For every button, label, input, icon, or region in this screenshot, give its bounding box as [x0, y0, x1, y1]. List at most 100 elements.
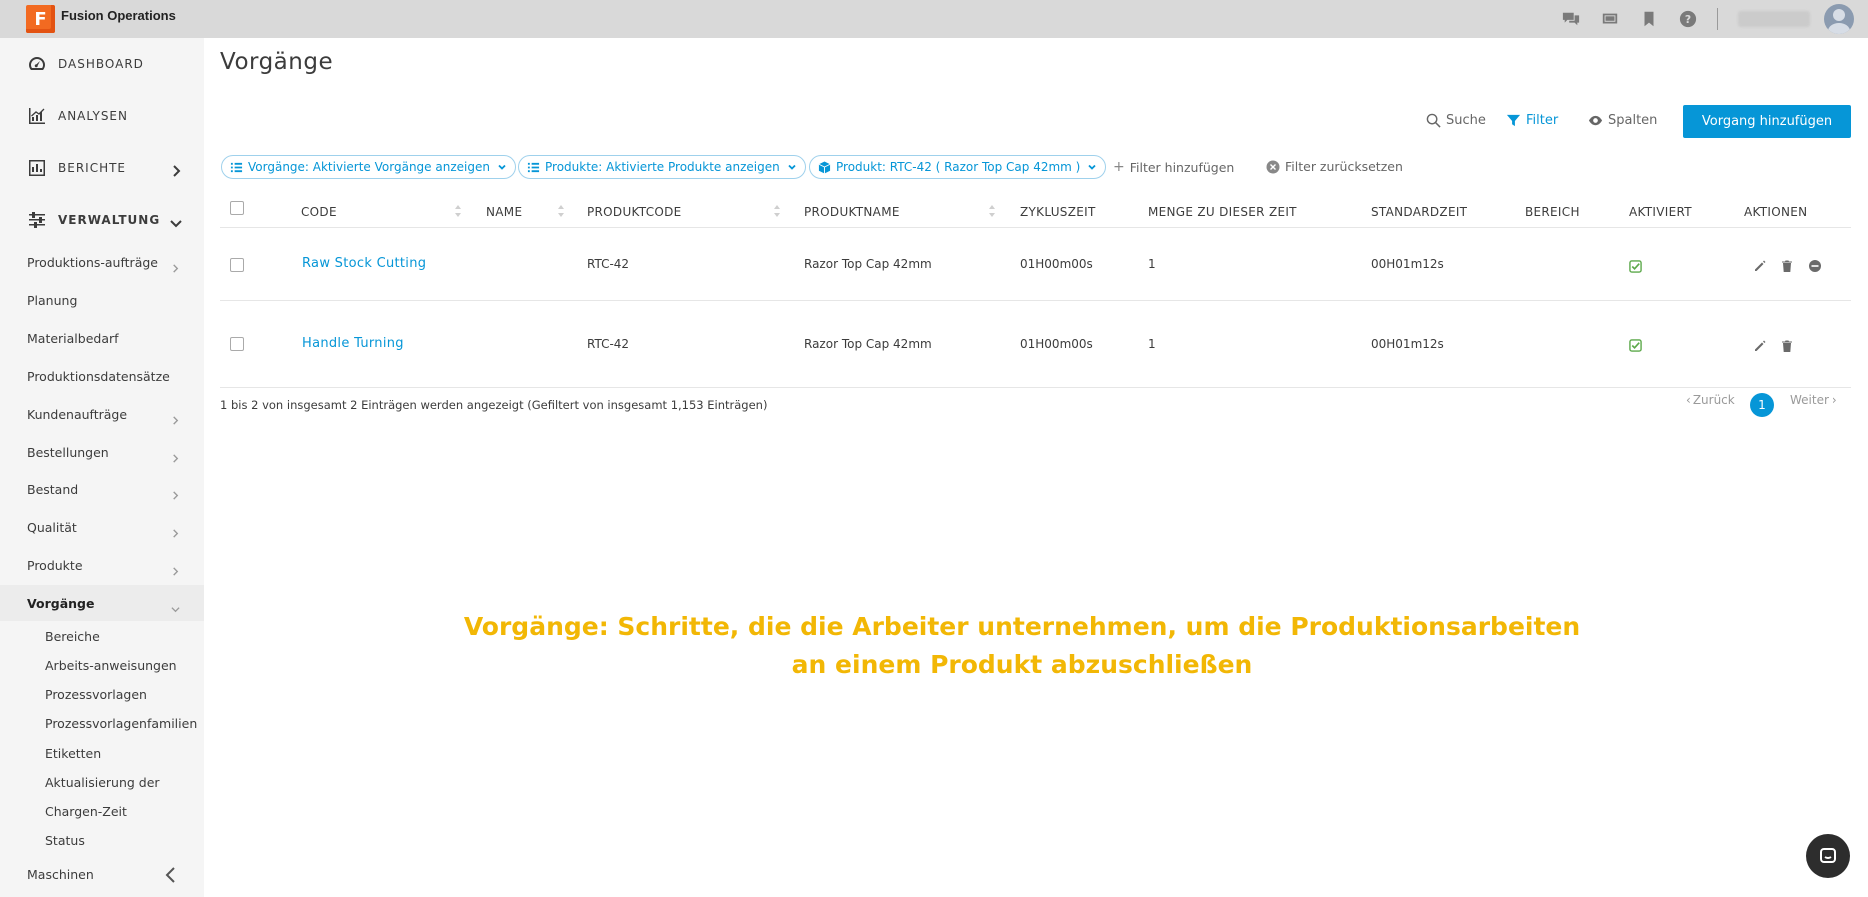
filter-chip-label: Vorgänge: Aktivierte Vorgänge anzeigen: [248, 160, 490, 174]
activated-check-icon: [1629, 337, 1643, 352]
help-icon[interactable]: ?: [1678, 9, 1698, 29]
sidebar-subitem-chargen-zeit[interactable]: Chargen-Zeit: [0, 797, 204, 825]
app-logo[interactable]: F: [26, 5, 55, 33]
add-operation-button[interactable]: Vorgang hinzufügen: [1683, 105, 1851, 138]
nav-dashboard[interactable]: DASHBOARD: [0, 38, 204, 90]
cell-standard-time: 00H01m12s: [1371, 257, 1444, 271]
sort-icon[interactable]: [557, 203, 565, 219]
column-header-quantity[interactable]: MENGE ZU DIESER ZEIT: [1148, 205, 1297, 219]
column-header-product-code[interactable]: PRODUKTCODE: [587, 205, 682, 219]
page-number-current[interactable]: 1: [1750, 393, 1774, 417]
chevron-right-icon: ›: [1831, 393, 1837, 407]
column-header-name[interactable]: NAME: [486, 205, 522, 219]
deactivate-icon[interactable]: [1808, 258, 1822, 272]
bookmark-icon[interactable]: [1639, 9, 1659, 29]
filter-chip-product[interactable]: Produkt: RTC-42 ( Razor Top Cap 42mm ): [809, 155, 1107, 179]
chat-launcher-button[interactable]: [1806, 834, 1850, 878]
table-row[interactable]: Handle Turning RTC-42 Razor Top Cap 42mm…: [220, 301, 1851, 388]
sidebar-subitem-label: Chargen-Zeit: [45, 803, 127, 819]
operation-code-link[interactable]: Raw Stock Cutting: [302, 256, 426, 271]
screen-icon[interactable]: [1600, 9, 1620, 29]
list-icon: [527, 162, 540, 172]
column-header-code[interactable]: CODE: [301, 205, 337, 219]
cube-icon: [818, 160, 831, 174]
sidebar-item-planung[interactable]: Planung: [0, 282, 204, 318]
delete-icon[interactable]: [1780, 258, 1794, 272]
filter-chip-operations[interactable]: Vorgänge: Aktivierte Vorgänge anzeigen: [221, 155, 516, 179]
table-row[interactable]: Raw Stock Cutting RTC-42 Razor Top Cap 4…: [220, 228, 1851, 301]
collapse-sidebar-icon[interactable]: [162, 866, 180, 884]
chevron-right-icon: [171, 523, 180, 538]
caption-overlay: Vorgänge: Schritte, die die Arbeiter unt…: [0, 608, 1868, 684]
top-icons: ?: [1561, 0, 1868, 38]
sidebar-item-label: Bestellungen: [27, 444, 109, 460]
row-checkbox[interactable]: [230, 258, 244, 272]
sidebar-subitem-label: Etiketten: [45, 745, 102, 761]
sort-icon[interactable]: [988, 203, 996, 219]
nav-berichte[interactable]: BERICHTE: [0, 142, 204, 194]
cell-cycle-time: 01H00m00s: [1020, 257, 1093, 271]
edit-icon[interactable]: [1753, 258, 1767, 272]
reset-filter-label: Filter zurücksetzen: [1285, 159, 1403, 174]
nav-analysen[interactable]: ANALYSEN: [0, 90, 204, 142]
chevron-down-icon: [1088, 164, 1096, 170]
sidebar-item-label: Produkte: [27, 557, 83, 573]
edit-icon[interactable]: [1753, 338, 1767, 352]
cell-product-name: Razor Top Cap 42mm: [804, 257, 932, 271]
chat-icon[interactable]: [1561, 9, 1581, 29]
sidebar-item-produkte[interactable]: Produkte: [0, 547, 204, 583]
sidebar-subitem-status[interactable]: Status: [0, 826, 204, 854]
filter-chip-label: Produkt: RTC-42 ( Razor Top Cap 42mm ): [836, 160, 1081, 174]
avatar[interactable]: [1824, 4, 1854, 34]
sidebar-subitem-label: Prozessvorlagenfamilien: [45, 715, 198, 731]
sidebar-item-materialbedarf[interactable]: Materialbedarf: [0, 320, 204, 356]
top-bar: F Fusion Operations ?: [0, 0, 1868, 38]
chevron-down-icon: [171, 599, 180, 612]
pager-prev[interactable]: ‹ Zurück: [1686, 393, 1735, 407]
cell-product-code: RTC-42: [587, 257, 630, 271]
filter-chip-products[interactable]: Produkte: Aktivierte Produkte anzeigen: [518, 155, 806, 179]
column-header-area[interactable]: BEREICH: [1525, 205, 1580, 219]
sidebar-item-produktionsauftraege[interactable]: Produktions-aufträge: [0, 244, 204, 280]
sort-icon[interactable]: [773, 203, 781, 219]
column-header-activated[interactable]: AKTIVIERT: [1629, 205, 1692, 219]
sidebar-item-produktionsdatensaetze[interactable]: Produktionsdatensätze: [0, 358, 204, 394]
cell-quantity: 1: [1148, 257, 1156, 271]
delete-icon[interactable]: [1780, 338, 1794, 352]
sidebar-subitem-aktualisierung[interactable]: Aktualisierung der: [0, 768, 204, 796]
search-button[interactable]: Suche: [1426, 113, 1486, 128]
column-header-cycle-time[interactable]: ZYKLUSZEIT: [1020, 205, 1096, 219]
app-title: Fusion Operations: [61, 8, 176, 23]
sidebar-item-kundenauftraege[interactable]: Kundenaufträge: [0, 396, 204, 432]
row-checkbox[interactable]: [230, 337, 244, 351]
cell-cycle-time: 01H00m00s: [1020, 337, 1093, 351]
close-circle-icon: [1266, 160, 1280, 173]
eye-icon: [1588, 115, 1603, 126]
list-icon: [230, 162, 243, 172]
sort-icon[interactable]: [454, 203, 462, 219]
sidebar-item-bestellungen[interactable]: Bestellungen: [0, 434, 204, 470]
reset-filter-button[interactable]: Filter zurücksetzen: [1266, 159, 1403, 174]
select-all-checkbox[interactable]: [230, 201, 244, 215]
columns-button[interactable]: Spalten: [1588, 113, 1657, 128]
chevron-right-icon: [171, 561, 180, 576]
filter-button[interactable]: Filter: [1506, 113, 1558, 128]
filter-icon: [1506, 114, 1521, 127]
user-name-redacted[interactable]: [1738, 11, 1810, 27]
sidebar-item-bestand[interactable]: Bestand: [0, 471, 204, 507]
column-header-product-name[interactable]: PRODUKTNAME: [804, 205, 900, 219]
sidebar-item-label: Materialbedarf: [27, 330, 119, 346]
pager-next[interactable]: Weiter ›: [1790, 393, 1837, 407]
add-filter-button[interactable]: + Filter hinzufügen: [1113, 159, 1234, 175]
cell-product-name: Razor Top Cap 42mm: [804, 337, 932, 351]
nav-verwaltung[interactable]: VERWALTUNG: [0, 194, 204, 246]
sidebar-subitem-etiketten[interactable]: Etiketten: [0, 739, 204, 767]
sidebar-subitem-prozessvorlagenfamilien[interactable]: Prozessvorlagenfamilien: [0, 709, 204, 737]
operation-code-link[interactable]: Handle Turning: [302, 336, 404, 351]
column-header-standard-time[interactable]: STANDARDZEIT: [1371, 205, 1467, 219]
search-icon: [1426, 113, 1441, 128]
sidebar-subitem-label: Aktualisierung der: [45, 774, 160, 790]
table-info: 1 bis 2 von insgesamt 2 Einträgen werden…: [220, 398, 768, 412]
sidebar-subitem-prozessvorlagen[interactable]: Prozessvorlagen: [0, 680, 204, 708]
sidebar-item-qualitaet[interactable]: Qualität: [0, 509, 204, 545]
